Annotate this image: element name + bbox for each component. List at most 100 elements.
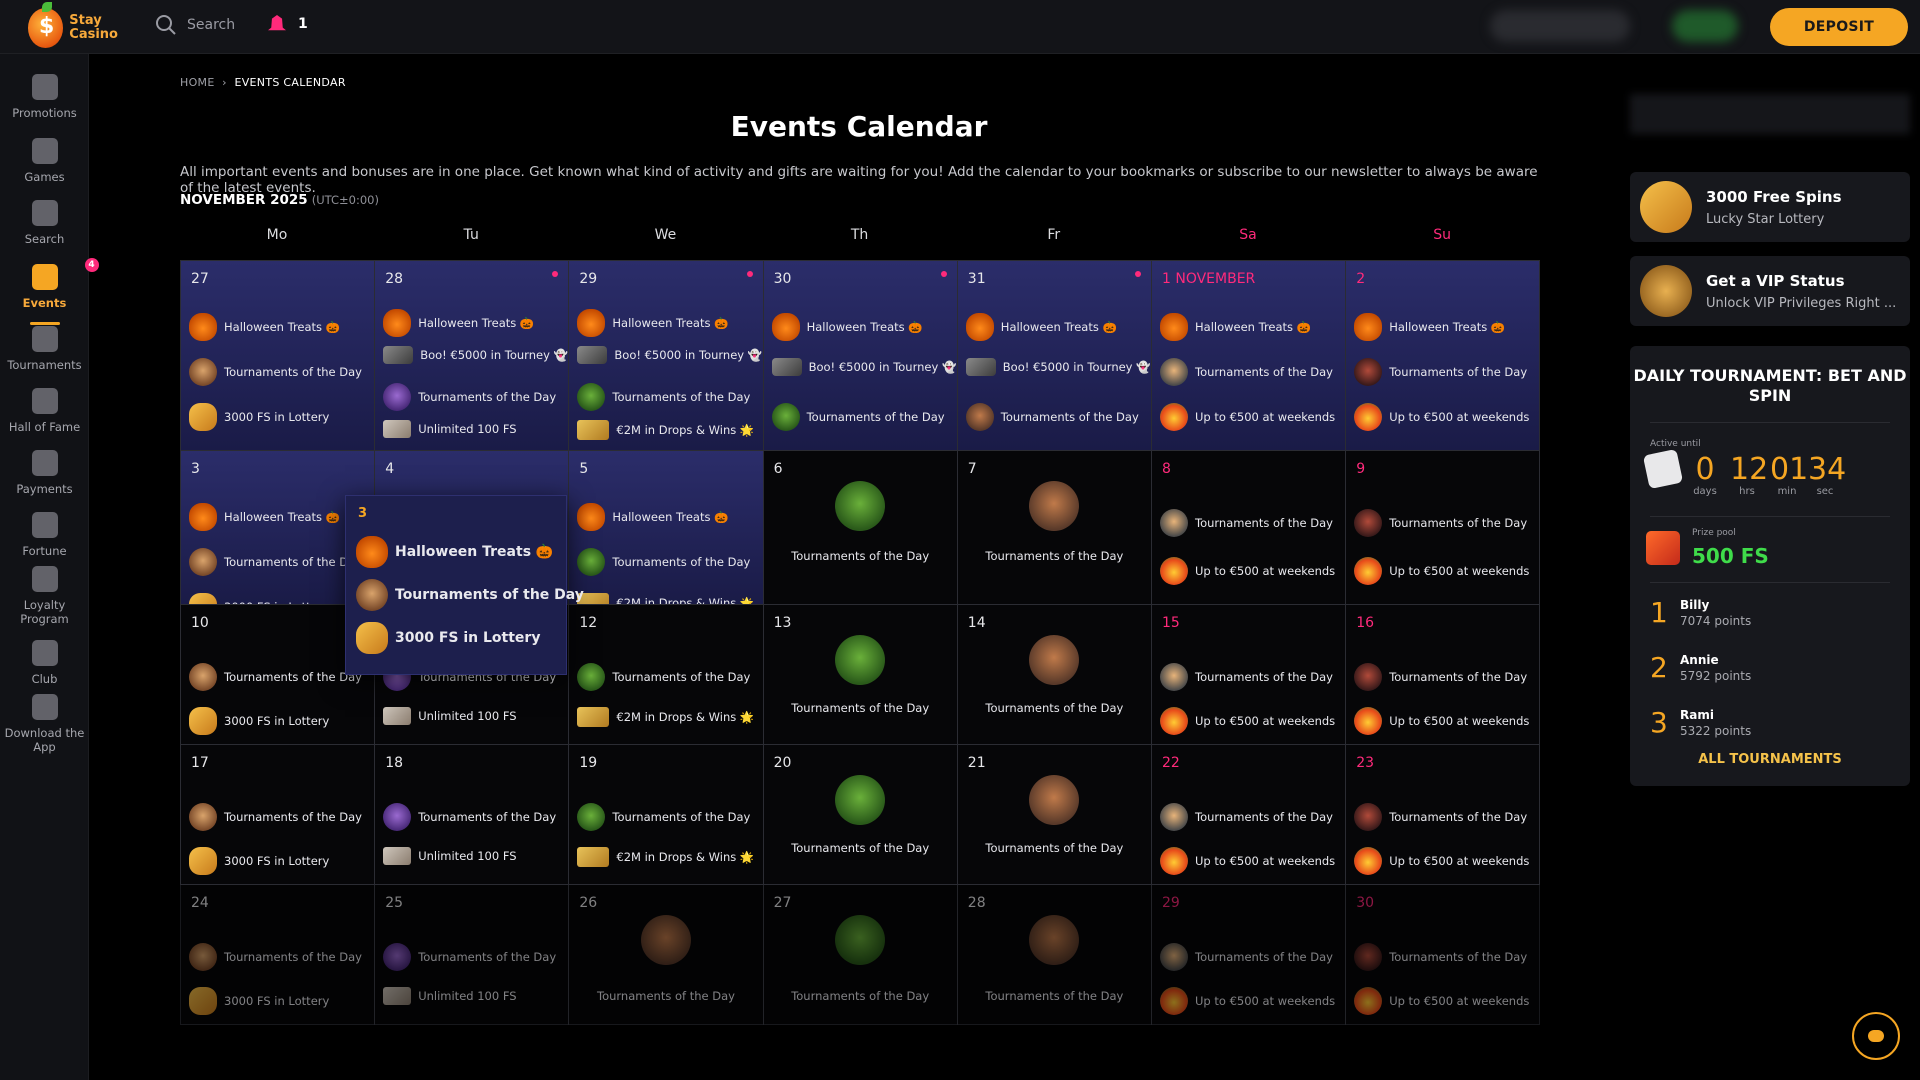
sidebar-item-promotions[interactable]: Promotions [0, 74, 89, 120]
event-item[interactable]: Tournaments of the Day [1354, 509, 1527, 537]
event-item[interactable]: Halloween Treats 🎃 [189, 503, 340, 531]
event-item[interactable]: Tournaments of the Day [1160, 943, 1333, 971]
event-item[interactable]: Boo! €5000 in Tourney 👻 [771, 358, 956, 376]
event-label[interactable]: Tournaments of the Day [764, 989, 957, 1003]
event-item[interactable]: Tournaments of the Day [1354, 663, 1527, 691]
event-item[interactable]: Tournaments of the Day [189, 943, 362, 971]
calendar-day-cell[interactable]: 21 Tournaments of the Day [956, 744, 1152, 885]
event-item[interactable]: Halloween Treats 🎃 [1160, 313, 1311, 341]
sidebar-item-download-the-app[interactable]: Download the App [0, 694, 89, 754]
event-item[interactable]: €2M in Drops & Wins 🌟 [577, 420, 754, 440]
calendar-day-cell[interactable]: 18 Tournaments of the Day Unlimited 100 FS [374, 744, 570, 885]
calendar-day-cell[interactable]: 30 Tournaments of the Day Up to €500 at we… [1345, 884, 1541, 1025]
calendar-day-cell[interactable]: 28 Tournaments of the Day [956, 884, 1152, 1025]
calendar-day-cell[interactable]: 13 Tournaments of the Day [762, 604, 958, 745]
chat-button[interactable] [1852, 1012, 1900, 1060]
calendar-day-cell[interactable]: 17 Tournaments of the Day 3000 FS in Lotte… [180, 744, 376, 885]
notifications-button[interactable]: 1 [268, 15, 308, 33]
event-item[interactable]: Tournaments of the Day [1354, 943, 1527, 971]
popup-event-item[interactable]: Tournaments of the Day [356, 579, 584, 611]
promo-vip[interactable]: Get a VIP Status Unlock VIP Privileges Ri… [1630, 256, 1910, 326]
deposit-button[interactable]: DEPOSIT [1770, 8, 1908, 46]
sidebar-item-search[interactable]: Search [0, 200, 89, 246]
calendar-day-cell[interactable]: 1 NOVEMBER Halloween Treats 🎃 Tournaments … [1151, 260, 1347, 451]
calendar-day-cell[interactable]: 6 Tournaments of the Day [762, 450, 958, 605]
event-label[interactable]: Tournaments of the Day [958, 841, 1151, 855]
event-item[interactable]: €2M in Drops & Wins 🌟 [577, 707, 754, 727]
event-item[interactable]: 3000 FS in Lottery [189, 707, 329, 735]
event-item[interactable]: Halloween Treats 🎃 [383, 309, 534, 337]
event-item[interactable]: Tournaments of the Day [1160, 509, 1333, 537]
event-label[interactable]: Tournaments of the Day [764, 549, 957, 563]
event-item[interactable]: Tournaments of the Day [1160, 358, 1333, 386]
event-item[interactable]: Tournaments of the Day [189, 663, 362, 691]
calendar-day-cell[interactable]: 29 Halloween Treats 🎃 Boo! €5000 in Tourne… [568, 260, 764, 451]
event-item[interactable]: 3000 FS in Lottery [189, 403, 329, 431]
calendar-day-cell[interactable]: 2 Halloween Treats 🎃 Tournaments of the Da… [1345, 260, 1541, 451]
event-item[interactable]: Up to €500 at weekends [1160, 847, 1335, 875]
event-item[interactable]: Tournaments of the Day [383, 383, 556, 411]
sidebar-item-events[interactable]: 4 Events [0, 258, 99, 310]
event-item[interactable]: Halloween Treats 🎃 [965, 313, 1117, 341]
event-item[interactable]: Halloween Treats 🎃 [1354, 313, 1505, 341]
event-item[interactable]: Tournaments of the Day [1354, 803, 1527, 831]
event-item[interactable]: Boo! €5000 in Tourney 👻 [965, 358, 1150, 376]
event-label[interactable]: Tournaments of the Day [569, 989, 762, 1003]
calendar-day-cell[interactable]: 14 Tournaments of the Day [956, 604, 1152, 745]
event-item[interactable]: Tournaments of the Day [189, 803, 362, 831]
event-item[interactable]: Halloween Treats 🎃 [577, 503, 728, 531]
event-label[interactable]: Tournaments of the Day [764, 701, 957, 715]
calendar-day-cell[interactable]: 24 Tournaments of the Day 3000 FS in Lotte… [180, 884, 376, 1025]
event-item[interactable]: Up to €500 at weekends [1354, 847, 1529, 875]
event-item[interactable]: Up to €500 at weekends [1160, 557, 1335, 585]
sidebar-item-hall-of-fame[interactable]: Hall of Fame [0, 388, 89, 434]
sidebar-item-loyalty-program[interactable]: Loyalty Program [0, 566, 89, 626]
sidebar-item-payments[interactable]: Payments [0, 450, 89, 496]
event-item[interactable]: Tournaments of the Day [1160, 803, 1333, 831]
sidebar-item-games[interactable]: Games [0, 138, 89, 184]
top-search[interactable]: Search [155, 14, 235, 36]
event-item[interactable]: Halloween Treats 🎃 [771, 313, 923, 341]
event-item[interactable]: Unlimited 100 FS [383, 707, 517, 725]
calendar-day-cell[interactable]: 9 Tournaments of the Day Up to €500 at wee… [1345, 450, 1541, 605]
event-label[interactable]: Tournaments of the Day [958, 701, 1151, 715]
calendar-day-cell[interactable]: 25 Tournaments of the Day Unlimited 100 FS [374, 884, 570, 1025]
calendar-day-cell[interactable]: 23 Tournaments of the Day Up to €500 at we… [1345, 744, 1541, 885]
calendar-day-cell[interactable]: 19 Tournaments of the Day €2M in Drops & W… [568, 744, 764, 885]
event-item[interactable]: Tournaments of the Day [1354, 358, 1527, 386]
casino-logo[interactable]: $ Stay Casino [28, 2, 118, 49]
calendar-day-cell[interactable]: 31 Halloween Treats 🎃 Boo! €5000 in Tourne… [956, 260, 1152, 451]
calendar-day-cell[interactable]: 26 Tournaments of the Day [568, 884, 764, 1025]
event-label[interactable]: Tournaments of the Day [764, 841, 957, 855]
event-item[interactable]: Halloween Treats 🎃 [189, 313, 340, 341]
calendar-day-cell[interactable]: 27 Halloween Treats 🎃 Tournaments of the D… [180, 260, 376, 451]
event-label[interactable]: Tournaments of the Day [958, 989, 1151, 1003]
event-item[interactable]: Tournaments of the Day [383, 943, 556, 971]
event-item[interactable]: 3000 FS in Lottery [189, 987, 329, 1015]
promo-free-spins[interactable]: 3000 Free Spins Lucky Star Lottery [1630, 172, 1910, 242]
event-item[interactable]: Up to €500 at weekends [1354, 557, 1529, 585]
all-tournaments-link[interactable]: ALL TOURNAMENTS [1630, 752, 1910, 767]
event-item[interactable]: Tournaments of the Day [1160, 663, 1333, 691]
event-item[interactable]: Tournaments of the Day [383, 803, 556, 831]
event-item[interactable]: Up to €500 at weekends [1160, 403, 1335, 431]
calendar-day-cell[interactable]: 8 Tournaments of the Day Up to €500 at wee… [1151, 450, 1347, 605]
event-item[interactable]: Tournaments of the Day [189, 358, 362, 386]
calendar-day-cell[interactable]: 20 Tournaments of the Day [762, 744, 958, 885]
event-item[interactable]: Tournaments of the Day [771, 403, 945, 431]
calendar-day-cell[interactable]: 28 Halloween Treats 🎃 Boo! €5000 in Tourne… [374, 260, 570, 451]
event-label[interactable]: Tournaments of the Day [958, 549, 1151, 563]
event-item[interactable]: Up to €500 at weekends [1160, 707, 1335, 735]
event-item[interactable]: Tournaments of the Day [577, 803, 750, 831]
day-hover-popup[interactable]: 3 Halloween Treats 🎃 Tournaments of the Da… [345, 495, 584, 675]
event-item[interactable]: Up to €500 at weekends [1160, 987, 1335, 1015]
event-item[interactable]: Up to €500 at weekends [1354, 707, 1529, 735]
calendar-day-cell[interactable]: 5 Halloween Treats 🎃 Tournaments of the Da… [568, 450, 764, 605]
event-item[interactable]: Unlimited 100 FS [383, 420, 517, 438]
event-item[interactable]: Tournaments of the Day [577, 383, 750, 411]
calendar-day-cell[interactable]: 29 Tournaments of the Day Up to €500 at we… [1151, 884, 1347, 1025]
calendar-day-cell[interactable]: 22 Tournaments of the Day Up to €500 at we… [1151, 744, 1347, 885]
event-item[interactable]: Tournaments of the Day [965, 403, 1139, 431]
event-item[interactable]: 3000 FS in Lottery [189, 847, 329, 875]
sidebar-item-tournaments[interactable]: Tournaments [0, 326, 89, 372]
